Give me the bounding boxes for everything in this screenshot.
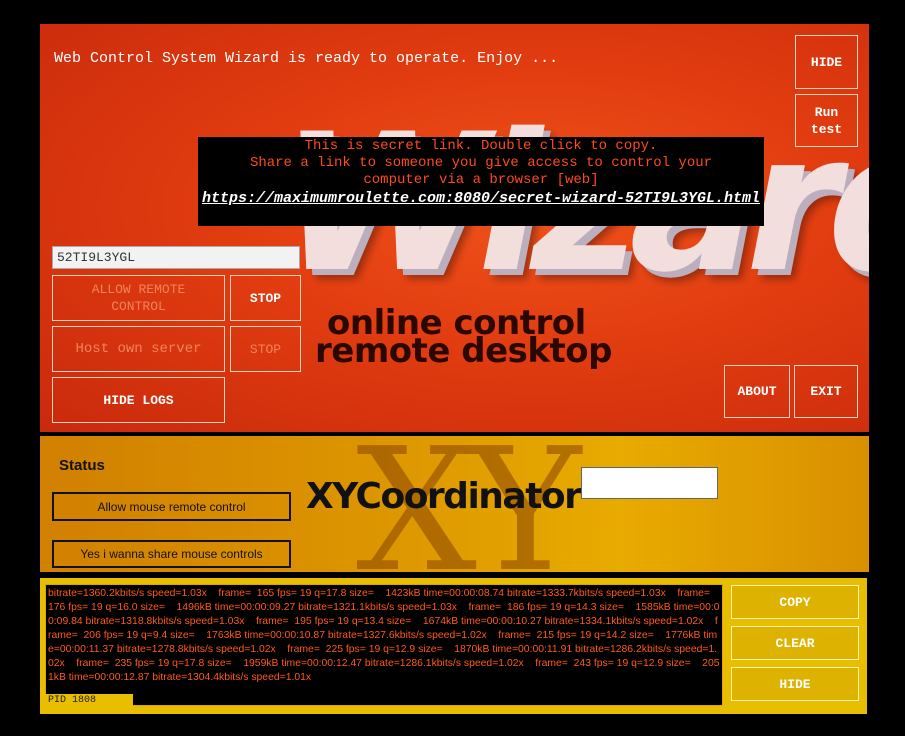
secret-link[interactable]: https://maximumroulette.com:8080/secret-… (198, 189, 764, 208)
allow-mouse-remote-control-button[interactable]: Allow mouse remote control (52, 492, 291, 521)
about-button[interactable]: ABOUT (724, 365, 790, 418)
wizard-background-subtitle: online control remote desktop (315, 306, 612, 371)
host-own-server-button[interactable]: Host own server (52, 326, 225, 372)
secret-hint-line2: Share a link to someone you give access … (249, 155, 713, 171)
coordinator-input[interactable] (581, 467, 718, 499)
hide-button[interactable]: HIDE (795, 35, 858, 89)
stop-remote-control-button[interactable]: STOP (230, 275, 301, 321)
bg-subtitle-line2: remote desktop (315, 331, 612, 371)
secret-link-text[interactable]: https://maximumroulette.com:8080/secret-… (202, 190, 760, 207)
status-title: Status (59, 457, 105, 474)
hide-logs-button[interactable]: HIDE LOGS (52, 377, 225, 423)
pid-label: PID 1808 (45, 694, 133, 708)
log-output: bitrate=1360.2kbits/s speed=1.03x frame=… (45, 584, 723, 706)
status-message: Web Control System Wizard is ready to op… (54, 50, 559, 67)
secret-hint-line3: computer via a browser [web] (363, 172, 599, 188)
wizard-main-panel: Wizard online control remote desktop Web… (40, 24, 869, 432)
copy-log-button[interactable]: COPY (731, 585, 859, 619)
allow-remote-control-button[interactable]: ALLOW REMOTE CONTROL (52, 275, 225, 321)
logs-panel: bitrate=1360.2kbits/s speed=1.03x frame=… (40, 578, 867, 714)
clear-log-button[interactable]: CLEAR (731, 626, 859, 660)
hide-log-button[interactable]: HIDE (731, 667, 859, 701)
stop-server-button[interactable]: STOP (230, 326, 301, 372)
xycoordinator-panel: XY XYCoordinator Status Allow mouse remo… (40, 436, 869, 572)
run-test-button[interactable]: Run test (795, 94, 858, 147)
xycoordinator-logo: XYCoordinator (306, 476, 582, 517)
share-mouse-controls-button[interactable]: Yes i wanna share mouse controls (52, 540, 291, 568)
secret-hint-line1: This is secret link. Double click to cop… (304, 138, 658, 154)
exit-button[interactable]: EXIT (794, 365, 858, 418)
access-code-input[interactable] (52, 246, 300, 269)
secret-link-box[interactable]: This is secret link. Double click to cop… (198, 137, 764, 226)
